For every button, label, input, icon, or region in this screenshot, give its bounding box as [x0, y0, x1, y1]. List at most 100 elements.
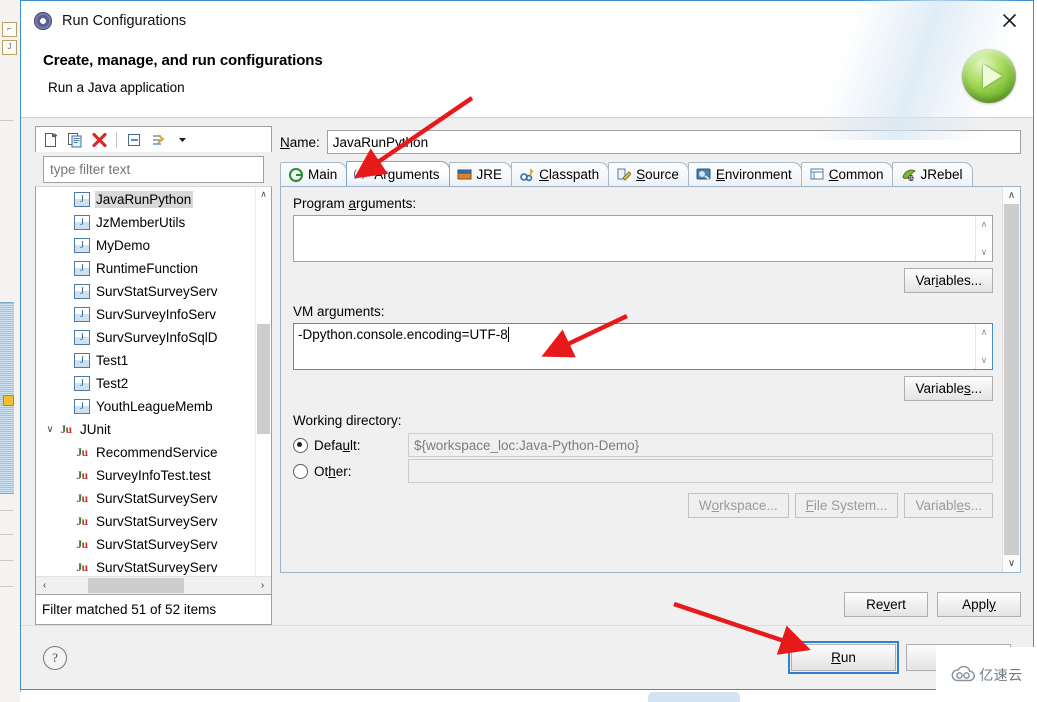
- tab-jrebel[interactable]: JRJRebel: [892, 162, 972, 186]
- help-button[interactable]: ?: [43, 646, 67, 670]
- program-arguments-scrollbar[interactable]: ∧ ∨: [975, 216, 992, 261]
- junit-icon: Ju: [74, 537, 90, 552]
- tab-jre[interactable]: JRE: [449, 162, 513, 186]
- tree-item[interactable]: JRuntimeFunction: [36, 257, 271, 280]
- tree-item[interactable]: JuRecommendService: [36, 441, 271, 464]
- configuration-tabs: Main(x)=ArgumentsJRE Classpath Source Envir…: [280, 161, 1021, 186]
- tab-classpath[interactable]: Classpath: [511, 162, 609, 186]
- vm-args-scroll-up-icon[interactable]: ∧: [981, 327, 988, 338]
- tree-toolbar: [35, 126, 272, 152]
- vm-args-scroll-down-icon[interactable]: ∨: [981, 355, 988, 366]
- java-app-icon: J: [74, 215, 90, 230]
- vm-arguments-scrollbar[interactable]: ∧ ∨: [975, 324, 992, 369]
- tree-item[interactable]: JuSurvStatSurveyServ: [36, 510, 271, 533]
- program-arguments-textarea[interactable]: ∧ ∨: [293, 215, 993, 262]
- program-args-scroll-down-icon[interactable]: ∨: [981, 247, 988, 258]
- delete-configuration-icon[interactable]: [88, 130, 110, 150]
- run-button[interactable]: Run: [791, 644, 896, 671]
- panel-scroll-up-button[interactable]: ∧: [1003, 187, 1020, 204]
- working-directory-other-field[interactable]: [408, 459, 993, 483]
- svg-text:JR: JR: [908, 176, 915, 182]
- tree-item[interactable]: JuSurvStatSurveyServ: [36, 556, 271, 576]
- tree-item[interactable]: J SurvSurveyInfoSqlD: [36, 326, 271, 349]
- tree-item[interactable]: JuSurvStatSurveyServ: [36, 533, 271, 556]
- vm-arguments-textarea[interactable]: -Dpython.console.encoding=UTF-8 ∧ ∨: [293, 323, 993, 370]
- apply-button[interactable]: Apply: [937, 592, 1021, 617]
- tree-hscroll-thumb[interactable]: [88, 578, 184, 593]
- tree-scroll-right-button[interactable]: ›: [254, 577, 271, 594]
- working-directory-variables-button[interactable]: Variables...: [904, 493, 993, 518]
- view-menu-chevron-icon[interactable]: [171, 130, 193, 150]
- tab-common[interactable]: Common: [801, 162, 894, 186]
- working-directory-default-radio[interactable]: [293, 438, 308, 453]
- tree-item[interactable]: JuSurveyInfoTest.test: [36, 464, 271, 487]
- window-close-button[interactable]: [986, 1, 1033, 39]
- panel-scroll-track[interactable]: [1003, 204, 1020, 555]
- tab-arguments[interactable]: (x)=Arguments: [346, 161, 449, 186]
- collapse-all-icon[interactable]: [123, 130, 145, 150]
- panel-scroll-thumb[interactable]: [1004, 204, 1019, 555]
- panel-scroll-down-button[interactable]: ∨: [1003, 555, 1020, 572]
- taskbar-peek: [648, 692, 740, 702]
- tree-vertical-scrollbar[interactable]: ∧ ∨: [255, 187, 271, 594]
- tree-item[interactable]: JJzMemberUtils: [36, 211, 271, 234]
- java-app-icon: J: [74, 330, 90, 345]
- working-directory-other-radio[interactable]: [293, 464, 308, 479]
- tree-item-label: YouthLeagueMemb: [95, 398, 215, 415]
- tab-panel-scrollbar[interactable]: ∧ ∨: [1002, 187, 1020, 572]
- tree-item[interactable]: JMyDemo: [36, 234, 271, 257]
- duplicate-configuration-icon[interactable]: [64, 130, 86, 150]
- tree-horizontal-scrollbar[interactable]: ‹ ›: [36, 576, 271, 594]
- program-arguments-value: [294, 216, 975, 261]
- dialog-body: JJavaRunPythonJJzMemberUtilsJMyDemoJRunt…: [21, 118, 1033, 625]
- tree-twisty-icon[interactable]: ∨: [42, 424, 58, 435]
- tree-item[interactable]: JSurvSurveyInfoServ: [36, 303, 271, 326]
- tree-scroll-up-button[interactable]: ∧: [256, 187, 271, 202]
- workspace-button[interactable]: Workspace...: [688, 493, 789, 518]
- vm-arguments-value-wrap: -Dpython.console.encoding=UTF-8: [294, 324, 975, 369]
- file-system-button[interactable]: File System...: [795, 493, 899, 518]
- tree-item[interactable]: ∨JuJUnit: [36, 418, 271, 441]
- tree-item[interactable]: JJavaRunPython: [36, 188, 271, 211]
- tree-item-label: SurvSurveyInfoServ: [95, 306, 218, 323]
- tab-main[interactable]: Main: [280, 162, 347, 186]
- classpath-tab-icon: [519, 167, 535, 182]
- tab-environment[interactable]: Environment: [688, 162, 802, 186]
- tree-item-label: SurvSurveyInfoSqlD: [95, 329, 220, 346]
- configuration-editor: Name: Main(x)=ArgumentsJREClasspathSourc…: [280, 126, 1025, 625]
- tree-item[interactable]: JTest1: [36, 349, 271, 372]
- tree-item[interactable]: JTest2: [36, 372, 271, 395]
- tree-item[interactable]: JYouthLeagueMemb: [36, 395, 271, 418]
- jrebel-tab-icon: JR: [900, 167, 916, 182]
- tree-item-label: SurvStatSurveyServ: [95, 283, 220, 300]
- program-args-scroll-up-icon[interactable]: ∧: [981, 219, 988, 230]
- revert-button[interactable]: Revert: [844, 592, 928, 617]
- filter-configurations-icon[interactable]: [147, 130, 169, 150]
- tree-item-label: MyDemo: [95, 237, 152, 254]
- tree-item-label: SurveyInfoTest.test: [95, 467, 213, 484]
- tree-scroll-left-button[interactable]: ‹: [36, 577, 53, 594]
- name-input[interactable]: [327, 130, 1021, 154]
- new-configuration-icon[interactable]: [40, 130, 62, 150]
- tree-scroll-area: JJavaRunPythonJJzMemberUtilsJMyDemoJRunt…: [36, 187, 271, 576]
- dialog-footer: ? Run Close: [21, 625, 1033, 689]
- tree-scroll-thumb[interactable]: [257, 324, 270, 434]
- arguments-tab-content: Program arguments: ∧ ∨ Variables... VM a…: [281, 187, 1002, 572]
- vm-arguments-label: VM arguments:: [293, 304, 993, 319]
- arguments-tab-icon: (x)=: [354, 167, 370, 182]
- vm-arguments-variables-button[interactable]: Variables...: [904, 376, 993, 401]
- vm-arguments-button-row: Variables...: [293, 376, 993, 401]
- tab-label: Environment: [716, 167, 792, 182]
- dialog-titlebar: Run Configurations: [21, 1, 1033, 40]
- program-arguments-variables-button[interactable]: Variables...: [904, 268, 993, 293]
- tree-item[interactable]: J SurvStatSurveyServ: [36, 280, 271, 303]
- tab-label: Classpath: [539, 167, 599, 182]
- tab-source[interactable]: Source: [608, 162, 689, 186]
- close-icon: [1002, 13, 1017, 28]
- launch-configurations-panel: JJavaRunPythonJJzMemberUtilsJMyDemoJRunt…: [35, 126, 272, 625]
- java-app-icon: J: [74, 284, 90, 299]
- tree-item[interactable]: JuSurvStatSurveyServ: [36, 487, 271, 510]
- working-directory-default-row: Default: ${workspace_loc:Java-Python-Dem…: [293, 432, 993, 458]
- filter-input[interactable]: [43, 156, 264, 183]
- java-app-icon: J: [74, 192, 90, 207]
